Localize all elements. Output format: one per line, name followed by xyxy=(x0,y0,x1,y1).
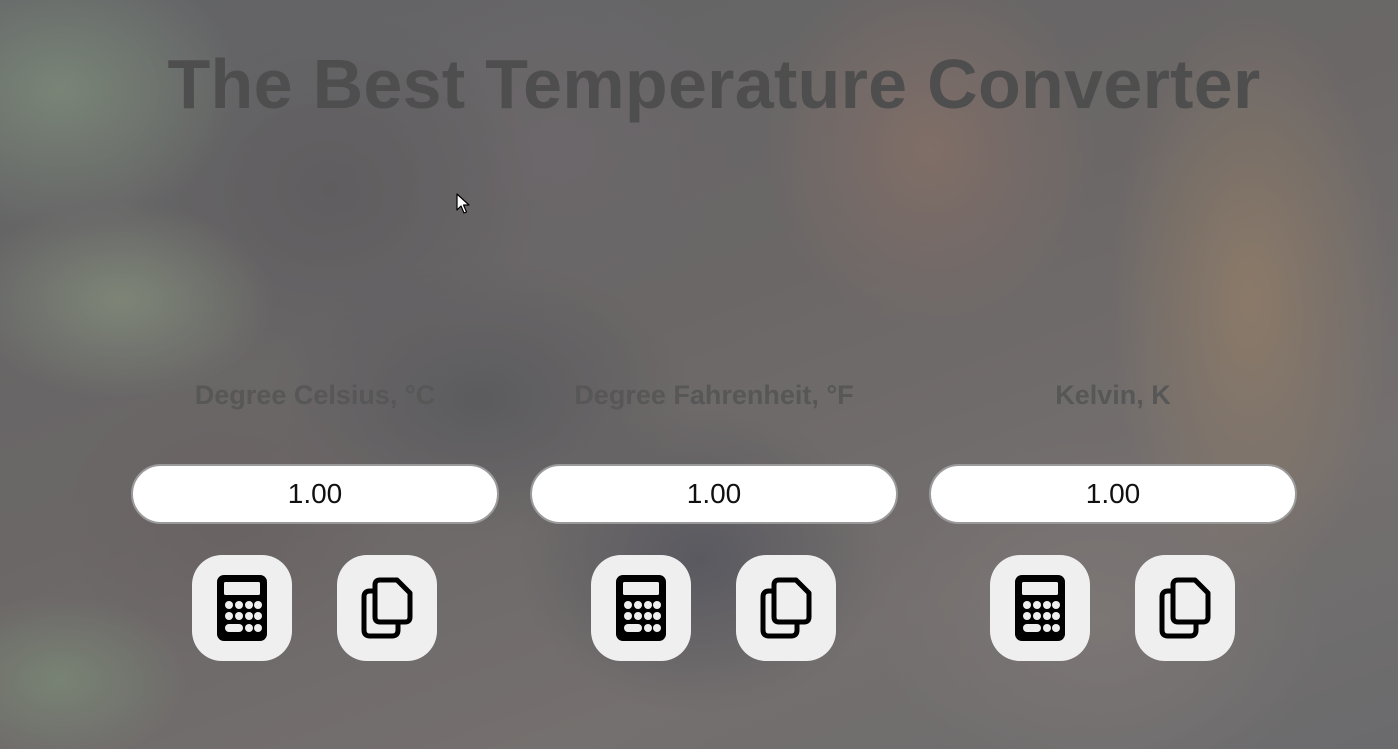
calculator-icon xyxy=(1015,575,1065,641)
fahrenheit-copy-button[interactable] xyxy=(736,555,836,661)
fahrenheit-input[interactable] xyxy=(530,464,898,524)
kelvin-label: Kelvin, K xyxy=(1055,380,1171,410)
kelvin-section: Kelvin, K xyxy=(929,378,1297,668)
celsius-section: Degree Celsius, °C xyxy=(131,378,499,668)
page-title: The Best Temperature Converter xyxy=(167,45,1261,123)
converter-page: The Best Temperature Converter Degree Ce… xyxy=(0,0,1398,749)
fahrenheit-section: Degree Fahrenheit, °F xyxy=(530,378,898,668)
celsius-label: Degree Celsius, °C xyxy=(194,380,436,410)
fahrenheit-calculate-button[interactable] xyxy=(591,555,691,661)
mouse-cursor-icon xyxy=(456,193,470,214)
copy-icon xyxy=(361,577,413,639)
celsius-copy-button[interactable] xyxy=(337,555,437,661)
fahrenheit-label: Degree Fahrenheit, °F xyxy=(574,380,854,410)
celsius-calculate-button[interactable] xyxy=(192,555,292,661)
copy-icon xyxy=(1159,577,1211,639)
celsius-input[interactable] xyxy=(131,464,499,524)
calculator-icon xyxy=(217,575,267,641)
kelvin-input[interactable] xyxy=(929,464,1297,524)
kelvin-copy-button[interactable] xyxy=(1135,555,1235,661)
kelvin-calculate-button[interactable] xyxy=(990,555,1090,661)
calculator-icon xyxy=(616,575,666,641)
copy-icon xyxy=(760,577,812,639)
